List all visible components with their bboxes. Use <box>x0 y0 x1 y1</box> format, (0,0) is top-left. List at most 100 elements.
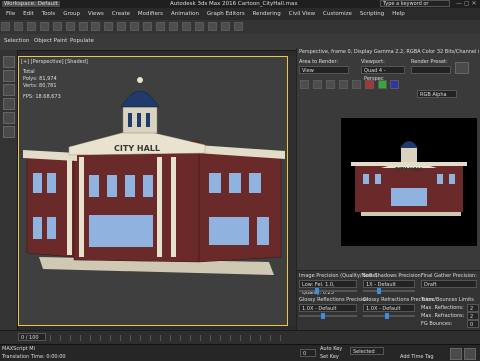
glossy-reflections-slider[interactable] <box>299 313 357 319</box>
max-reflections-field[interactable]: 2 <box>467 304 479 312</box>
save-image-icon[interactable] <box>300 80 309 89</box>
soft-shadows-field[interactable]: 1X - Default <box>363 280 415 288</box>
zoom-icon[interactable] <box>450 348 462 360</box>
modify-icon[interactable] <box>3 70 15 82</box>
drum-window <box>146 113 150 127</box>
time-slider[interactable]: 0 / 100 <box>18 333 46 341</box>
perspective-viewport[interactable]: [+] [Perspective] [Shaded] Total Polys: … <box>18 56 288 326</box>
timeline[interactable]: 0 / 100 <box>0 330 480 345</box>
maxscript-listener[interactable]: MAXScript Mi <box>2 346 35 352</box>
timeline-ruler[interactable] <box>50 335 290 341</box>
set-key-button[interactable]: Set Key <box>320 354 339 360</box>
image-precision-slider[interactable] <box>299 288 357 294</box>
max-refractions-field[interactable]: 2 <box>467 312 479 320</box>
search-input[interactable]: Type a keyword or phrase <box>380 0 450 14</box>
add-time-tag-button[interactable]: Add Time Tag <box>400 354 434 360</box>
display-icon[interactable] <box>3 112 15 124</box>
rendered-city-hall: CITY HALL <box>351 141 467 216</box>
soft-shadows-slider[interactable] <box>363 288 415 294</box>
tab-object-paint[interactable]: Object Paint <box>34 38 67 44</box>
menu-item[interactable]: Tools <box>42 8 56 20</box>
window <box>257 217 269 245</box>
utilities-icon[interactable] <box>3 126 15 138</box>
move-icon[interactable] <box>78 22 88 31</box>
select-by-name-icon[interactable] <box>65 22 75 31</box>
motion-icon[interactable] <box>3 98 15 110</box>
render-settings-panel: Image Precision (Quality/Noise): Low: Fe… <box>297 270 480 331</box>
angle-snap-icon[interactable] <box>130 22 140 31</box>
render-sign: CITY HALL <box>395 167 425 173</box>
menu-item[interactable]: Scripting <box>360 8 384 20</box>
city-hall-model: CITY HALL <box>23 77 285 275</box>
menu-item[interactable]: Rendering <box>253 8 281 20</box>
trace-bounces-label: Trace/Bounces Limits <box>421 297 474 303</box>
title-bar: Workspace: Default Autodesk 3ds Max 2016… <box>0 0 480 14</box>
mirror-icon[interactable] <box>143 22 153 31</box>
layer-icon[interactable] <box>168 22 178 31</box>
column <box>67 159 72 255</box>
menu-item[interactable]: Modifiers <box>138 8 163 20</box>
auto-key-button[interactable]: Auto Key <box>320 346 342 352</box>
menu-item[interactable]: Graph Editors <box>207 8 245 20</box>
status-bar: MAXScript Mi Translation Time: 0:00:00 0… <box>0 344 480 361</box>
snap-icon[interactable] <box>117 22 127 31</box>
render-icon[interactable] <box>233 22 243 31</box>
undo-icon[interactable] <box>1 22 10 31</box>
area-to-render-select[interactable]: View <box>299 66 349 74</box>
redo-icon[interactable] <box>13 22 23 31</box>
rotate-icon[interactable] <box>91 22 101 31</box>
key-filter-select[interactable]: Selected <box>350 347 384 355</box>
menu-item[interactable]: Edit <box>23 8 34 20</box>
viewport-divider[interactable] <box>288 56 296 326</box>
render-preset-select[interactable] <box>411 66 451 74</box>
channel-select[interactable]: RGB Alpha <box>417 90 457 98</box>
image-precision-field[interactable]: Low: Fel. 1.0, Quality: 0.23 <box>299 280 357 296</box>
scale-icon[interactable] <box>104 22 114 31</box>
glossy-refractions-field[interactable]: 1.0X - Default <box>363 304 415 312</box>
final-gather-field[interactable]: Draft <box>421 280 477 288</box>
print-icon[interactable] <box>338 80 348 89</box>
render-entrance <box>391 188 427 206</box>
frame-field[interactable]: 0 <box>300 349 316 357</box>
menu-item[interactable]: Help <box>392 8 405 20</box>
green-channel-icon[interactable] <box>377 80 387 89</box>
fg-bounces-field[interactable]: 0 <box>467 320 479 328</box>
create-icon[interactable] <box>3 56 15 68</box>
render-frame-icon[interactable] <box>220 22 230 31</box>
menu-item[interactable]: Views <box>88 8 104 20</box>
main-toolbar <box>0 20 480 35</box>
link-icon[interactable] <box>26 22 36 31</box>
copy-image-icon[interactable] <box>312 80 322 89</box>
orbit-icon[interactable] <box>464 348 476 360</box>
red-channel-icon[interactable] <box>364 80 374 89</box>
menu-item[interactable]: File <box>6 8 15 20</box>
clear-icon[interactable] <box>351 80 361 89</box>
curve-editor-icon[interactable] <box>181 22 191 31</box>
select-icon[interactable] <box>52 22 62 31</box>
hierarchy-icon[interactable] <box>3 84 15 96</box>
window <box>249 173 261 193</box>
tab-selection[interactable]: Selection <box>4 38 29 44</box>
menu-item[interactable]: Customize <box>323 8 352 20</box>
window-controls-icon[interactable]: — ▢ ✕ <box>456 0 477 7</box>
menu-item[interactable]: Group <box>63 8 80 20</box>
align-icon[interactable] <box>156 22 166 31</box>
blue-channel-icon[interactable] <box>390 80 400 89</box>
window <box>209 173 221 193</box>
glossy-refractions-slider[interactable] <box>363 313 415 319</box>
menu-item[interactable]: Create <box>112 8 130 20</box>
glossy-reflections-field[interactable]: 1.0X - Default <box>299 304 357 312</box>
workspace-selector[interactable]: Workspace: Default <box>2 1 60 7</box>
render-cornice <box>351 162 467 166</box>
clone-frame-icon[interactable] <box>325 80 335 89</box>
fg-bounces-label: FG Bounces: <box>421 321 453 327</box>
tab-populate[interactable]: Populate <box>70 38 94 44</box>
render-setup-icon[interactable] <box>207 22 217 31</box>
menu-item[interactable]: Civil View <box>289 8 315 20</box>
render-icon[interactable] <box>455 62 469 74</box>
viewport-select[interactable]: Quad 4 - Perspec <box>361 66 405 82</box>
unlink-icon[interactable] <box>39 22 49 31</box>
menu-item[interactable]: Animation <box>171 8 199 20</box>
column <box>171 157 176 257</box>
material-editor-icon[interactable] <box>194 22 204 31</box>
